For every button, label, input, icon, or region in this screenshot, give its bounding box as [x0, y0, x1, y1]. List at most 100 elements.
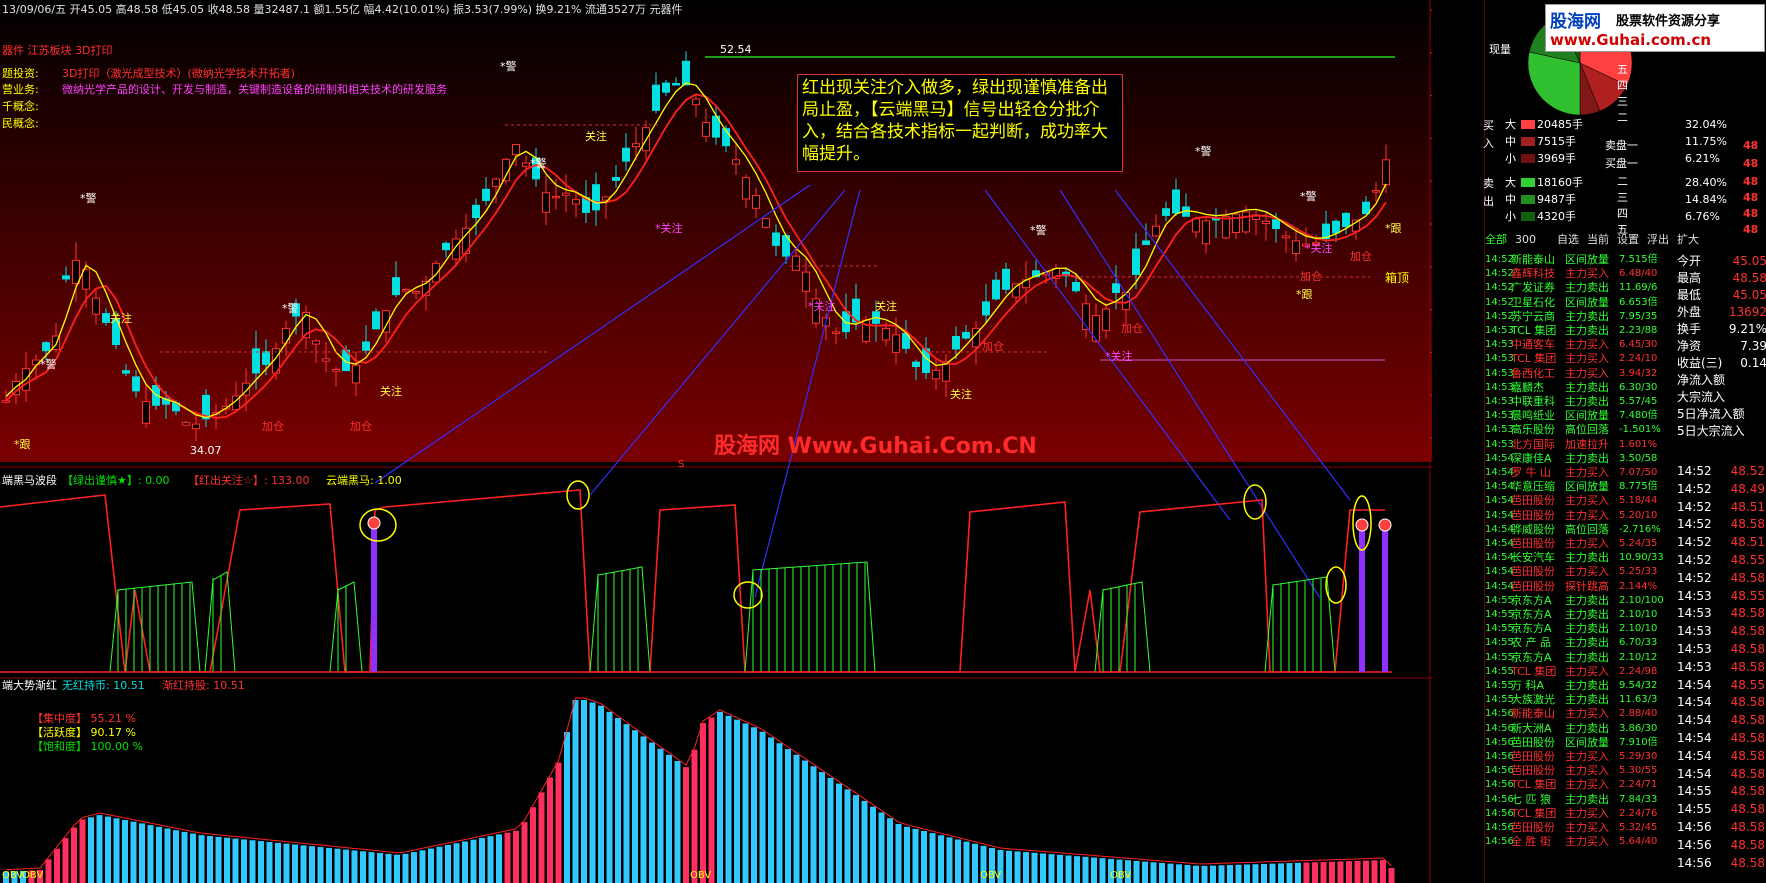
radar-stock-name: 卫星石化 — [1511, 295, 1555, 309]
radar-signal-value: 11.63/3 — [1619, 694, 1658, 706]
radar-signal-type: 主力卖出 — [1565, 551, 1609, 565]
radar-signal-value: 2.10/10 — [1619, 623, 1658, 635]
histogram-bar — [844, 789, 851, 883]
logo-name: 股海网 — [1550, 12, 1601, 32]
radar-tab[interactable]: 300 — [1515, 232, 1536, 247]
logo-url: www.Guhai.com.cn — [1550, 31, 1712, 49]
radar-stock-name: 深康佳A — [1511, 451, 1552, 465]
radar-tab[interactable]: 扩大 — [1677, 232, 1699, 247]
histogram-bar — [1320, 861, 1327, 883]
histogram-bar — [1142, 861, 1148, 883]
candle-body — [1342, 212, 1350, 228]
radar-signal-type: 主力卖出 — [1565, 693, 1609, 707]
candle-body — [372, 311, 380, 330]
radar-signal-type: 主力买入 — [1565, 366, 1609, 380]
tick-price: 48.52 — [1730, 464, 1765, 478]
histogram-bar — [343, 849, 349, 883]
histogram-bar — [938, 835, 944, 883]
histogram-bar — [105, 816, 111, 883]
radar-time: 14:55 — [1485, 609, 1514, 620]
radar-time: 14:52 — [1485, 296, 1514, 308]
candle-body — [1332, 220, 1340, 234]
ind2-blue-label: 无红持币: 10.51 — [62, 679, 145, 692]
radar-stock-name: 万 科A — [1511, 679, 1545, 692]
radar-stock-name: 大族激光 — [1511, 693, 1555, 707]
radar-signal-value: 2.10/12 — [1619, 651, 1658, 663]
sell-level: 四 — [1617, 79, 1628, 92]
radar-signal-value: 11.69/6 — [1619, 282, 1658, 294]
radar-tab[interactable]: 设置 — [1617, 232, 1639, 247]
histogram-bar — [564, 732, 570, 883]
candle-body — [632, 143, 640, 148]
tick-price: 48.58 — [1730, 659, 1765, 674]
candle-body — [482, 188, 490, 201]
histogram-bar — [71, 827, 77, 883]
radar-signal-type: 主力买入 — [1565, 750, 1609, 763]
radar-signal-type: 主力卖出 — [1565, 309, 1609, 323]
histogram-bar — [768, 737, 774, 883]
radar-tab[interactable]: 全部 — [1485, 232, 1507, 247]
radar-signal-type: 主力买入 — [1565, 565, 1609, 579]
radar-tab[interactable]: 自选 — [1557, 232, 1579, 247]
tick-time: 14:54 — [1677, 748, 1712, 763]
histogram-bar — [1286, 863, 1293, 883]
radar-signal-value: 5.30/55 — [1619, 765, 1658, 777]
histogram-bar — [1057, 854, 1063, 883]
ind1-title: 端黑马波段 — [2, 474, 57, 487]
radar-time: 14:56 — [1485, 793, 1514, 805]
tick-time: 14:52 — [1677, 481, 1712, 496]
candle-body — [622, 147, 630, 162]
histogram-bar — [1312, 862, 1318, 883]
candle-body — [762, 218, 770, 228]
stat-label: 净流入额 — [1677, 373, 1726, 387]
candle-body — [662, 82, 670, 93]
histogram-bar — [1167, 863, 1174, 883]
radar-time: 14:54 — [1485, 552, 1514, 564]
candle-body — [1152, 225, 1160, 237]
tick-time: 14:52 — [1677, 570, 1712, 585]
histogram-bar — [921, 831, 927, 883]
radar-stock-name: TCL 集团 — [1511, 806, 1557, 820]
buy-level-value: 48 — [1743, 191, 1759, 204]
radar-stock-name: 京东方A — [1511, 622, 1552, 636]
histogram-bar — [445, 845, 451, 883]
radar-signal-value: -2.716% — [1619, 523, 1661, 535]
money-out-pct: 6.76% — [1685, 210, 1720, 223]
histogram-bar — [1014, 851, 1021, 883]
candle-body — [1242, 211, 1250, 233]
radar-tab[interactable]: 当前 — [1587, 232, 1609, 247]
histogram-bar — [1329, 861, 1335, 883]
radar-stock-name: 中联重科 — [1511, 395, 1555, 408]
histogram-bar — [1082, 856, 1089, 883]
money-out-label: 卖出 — [1483, 177, 1494, 208]
radar-signal-type: 主力买入 — [1565, 664, 1609, 678]
radar-time: 14:54 — [1485, 538, 1514, 549]
histogram-bar — [853, 795, 859, 883]
stat-label: 5日净流入额 — [1677, 407, 1745, 421]
money-in-bar — [1521, 120, 1535, 129]
histogram-bar — [700, 723, 706, 883]
candle-body — [732, 159, 740, 165]
histogram-bar — [878, 812, 885, 883]
histogram-bar — [147, 825, 154, 883]
histogram-bar — [547, 777, 553, 883]
histogram-bar — [62, 838, 69, 883]
histogram-bar — [275, 842, 281, 883]
radar-time: 14:56 — [1485, 708, 1514, 720]
histogram-bar — [1303, 862, 1310, 883]
attention-mark: 关注 — [380, 385, 402, 398]
histogram-bar — [649, 742, 655, 883]
radar-time: 14:53 — [1485, 438, 1514, 450]
ind2-red-label: 渐红持股: 10.51 — [162, 679, 245, 692]
tick-time: 14:55 — [1677, 784, 1712, 799]
tick-time: 14:55 — [1677, 802, 1712, 817]
histogram-bar — [54, 848, 60, 883]
radar-signal-type: 加速拉升 — [1565, 437, 1609, 451]
chart-area[interactable]: 13/09/06/五 开45.05 高48.58 低45.05 收48.58 量… — [0, 0, 1432, 883]
buy-one-label: 买盘一 — [1605, 157, 1638, 170]
candle-body — [572, 199, 580, 205]
attention-mark: 关注 — [875, 300, 897, 313]
radar-tab[interactable]: 浮出 — [1647, 232, 1669, 247]
histogram-bar — [300, 845, 307, 883]
candle-body — [142, 401, 150, 424]
